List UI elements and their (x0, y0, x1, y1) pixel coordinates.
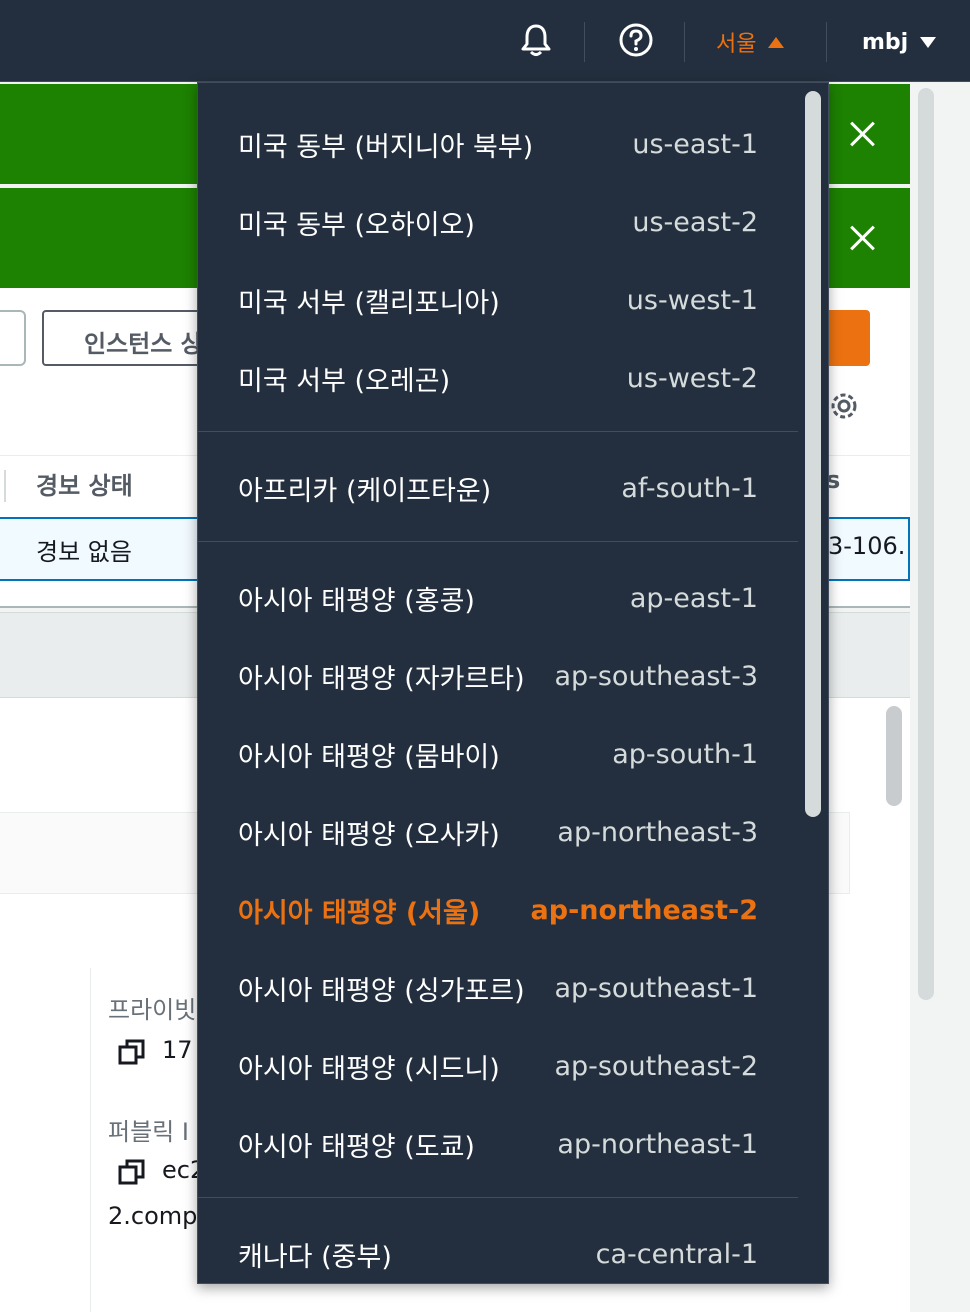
region-code: ap-east-1 (629, 582, 758, 614)
ip-cell: 3-106. (828, 532, 906, 560)
gear-icon[interactable] (826, 388, 862, 424)
region-option[interactable]: 아시아 태평양 (시드니) ap-southeast-2 (238, 1038, 758, 1094)
region-option[interactable]: 아프리카 (케이프타운) af-south-1 (238, 460, 758, 516)
region-code: ap-southeast-3 (554, 660, 758, 692)
region-code: ca-central-1 (595, 1238, 758, 1270)
region-option[interactable]: 미국 서부 (오레곤) us-west-2 (238, 350, 758, 406)
region-option[interactable]: 아시아 태평양 (서울) ap-northeast-2 (238, 882, 758, 938)
top-navigation: 서울 mbj (0, 0, 970, 82)
region-name: 미국 동부 (오하이오) (238, 209, 475, 241)
region-code: us-east-2 (632, 206, 758, 238)
details-column-divider (90, 968, 91, 1312)
user-label: mbj (862, 29, 909, 55)
region-code: us-east-1 (632, 128, 758, 160)
caret-down-icon (920, 36, 937, 48)
public-ip-label: 퍼블릭 I (108, 1118, 189, 1146)
nav-divider (684, 22, 685, 62)
dropdown-divider (198, 541, 798, 542)
dropdown-divider (198, 431, 798, 432)
region-name: 아시아 태평양 (오사카) (238, 819, 500, 851)
region-code: ap-northeast-2 (530, 894, 758, 926)
region-option[interactable]: 아시아 태평양 (홍콩) ap-east-1 (238, 570, 758, 626)
region-option[interactable]: 아시아 태평양 (자카르타) ap-southeast-3 (238, 648, 758, 704)
region-code: ap-south-1 (612, 738, 758, 770)
region-name: 아시아 태평양 (서울) (238, 897, 481, 929)
alarm-status-header[interactable]: 경보 상태 (36, 466, 133, 501)
search-input[interactable] (0, 310, 26, 366)
caret-up-icon (768, 36, 785, 48)
region-code: ap-southeast-2 (554, 1050, 758, 1082)
region-option[interactable]: 미국 동부 (버지니아 북부) us-east-1 (238, 116, 758, 172)
region-option[interactable]: 아시아 태평양 (뭄바이) ap-south-1 (238, 726, 758, 782)
region-option[interactable]: 미국 서부 (캘리포니아) us-west-1 (238, 272, 758, 328)
private-ip-value: 17 (162, 1036, 193, 1064)
help-icon[interactable] (616, 20, 656, 60)
alarm-status-cell: 경보 없음 (36, 538, 132, 566)
copy-icon[interactable] (118, 1158, 146, 1186)
dropdown-divider (198, 1197, 798, 1198)
private-ip-label: 프라이빗 (108, 996, 197, 1024)
region-code: us-west-1 (626, 284, 758, 316)
region-label: 서울 (716, 32, 757, 57)
region-option[interactable]: 아시아 태평양 (오사카) ap-northeast-3 (238, 804, 758, 860)
region-option[interactable]: 미국 동부 (오하이오) us-east-2 (238, 194, 758, 250)
region-option[interactable]: 아시아 태평양 (도쿄) ap-northeast-1 (238, 1116, 758, 1172)
region-name: 아시아 태평양 (도쿄) (238, 1131, 475, 1163)
bell-icon[interactable] (516, 20, 556, 60)
region-name: 아시아 태평양 (홍콩) (238, 585, 475, 617)
copy-icon[interactable] (118, 1038, 146, 1066)
close-icon[interactable] (844, 220, 880, 256)
user-menu[interactable]: mbj (862, 24, 937, 60)
region-name: 아시아 태평양 (자카르타) (238, 663, 525, 695)
region-name: 미국 서부 (캘리포니아) (238, 287, 500, 319)
page-scrollbar[interactable] (918, 88, 934, 1000)
region-option[interactable]: 아시아 태평양 (싱가포르) ap-southeast-1 (238, 960, 758, 1016)
region-name: 캐나다 (중부) (238, 1241, 392, 1273)
region-name: 미국 동부 (버지니아 북부) (238, 131, 534, 163)
public-dns-value-cont: 2.comp (108, 1202, 198, 1230)
region-dropdown-menu: 미국 동부 (버지니아 북부) us-east-1 미국 동부 (오하이오) us-e… (197, 82, 829, 1284)
details-scrollbar[interactable] (886, 706, 902, 806)
region-name: 아프리카 (케이프타운) (238, 475, 492, 507)
dropdown-scrollbar[interactable] (805, 91, 821, 817)
region-selector[interactable]: 서울 (716, 24, 785, 60)
region-option[interactable]: 캐나다 (중부) ca-central-1 (238, 1226, 758, 1282)
nav-divider (826, 22, 827, 62)
nav-divider (584, 22, 585, 62)
column-divider (4, 470, 6, 502)
region-name: 아시아 태평양 (시드니) (238, 1053, 500, 1085)
region-code: us-west-2 (626, 362, 758, 394)
region-code: ap-northeast-3 (557, 816, 758, 848)
region-name: 미국 서부 (오레곤) (238, 365, 451, 397)
region-code: af-south-1 (621, 472, 758, 504)
region-name: 아시아 태평양 (뭄바이) (238, 741, 500, 773)
close-icon[interactable] (844, 116, 880, 152)
region-code: ap-northeast-1 (557, 1128, 758, 1160)
region-name: 아시아 태평양 (싱가포르) (238, 975, 525, 1007)
region-code: ap-southeast-1 (554, 972, 758, 1004)
